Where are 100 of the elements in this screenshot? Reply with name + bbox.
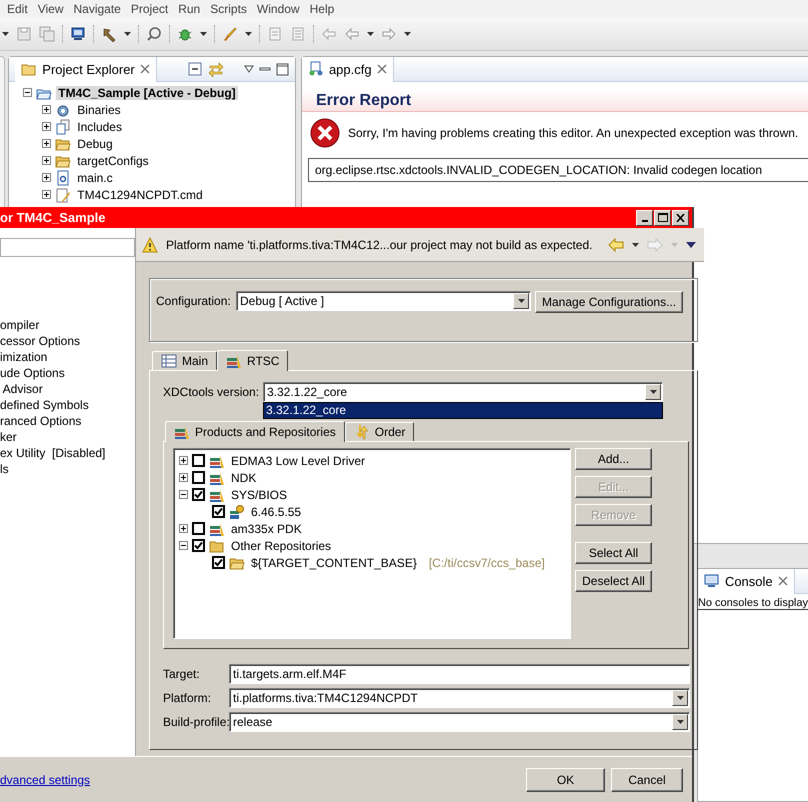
tree-item[interactable]: EDMA3 Low Level Driver — [229, 454, 368, 468]
nav-item[interactable]: cessor Options — [0, 333, 135, 349]
console-tab[interactable]: Console — [698, 568, 795, 594]
xdctools-select[interactable]: 3.32.1.22_core — [263, 382, 663, 402]
nav-item[interactable]: ls — [0, 461, 135, 477]
menu-item[interactable]: Project — [130, 2, 168, 16]
checkbox[interactable] — [192, 488, 205, 501]
panel-tab[interactable]: Project Explorer — [15, 56, 157, 82]
menu-item[interactable]: Run — [178, 2, 200, 16]
collapse-icon[interactable] — [179, 490, 188, 499]
tab[interactable]: RTSC — [217, 350, 288, 371]
input-field[interactable]: ti.targets.arm.elf.M4F — [229, 664, 690, 684]
nav-item[interactable]: ompiler — [0, 317, 135, 333]
field-label: Target: — [163, 666, 201, 683]
nav-item[interactable]: ranced Options — [0, 413, 135, 429]
tab[interactable]: Main — [152, 351, 218, 370]
select-field[interactable]: ti.platforms.tiva:TM4C1294NCPDT — [229, 688, 690, 708]
nav-item[interactable]: ker — [0, 429, 135, 445]
tree-item[interactable]: ${TARGET_CONTENT_BASE} — [249, 556, 419, 570]
tree-item[interactable]: targetConfigs — [75, 154, 151, 168]
minimize-button[interactable] — [636, 210, 653, 226]
expand-icon[interactable] — [42, 122, 52, 131]
tree-item[interactable]: 6.46.5.55 — [249, 504, 304, 518]
warning-message: Platform name 'ti.platforms.tiva:TM4C12...our project may not build as expected. — [166, 238, 592, 252]
checkbox[interactable] — [192, 522, 205, 535]
dialog-title: or TM4C_Sample — [0, 210, 106, 225]
nav-item[interactable]: imization — [0, 349, 135, 365]
brush-icon[interactable] — [222, 26, 238, 42]
tree-item[interactable]: Debug — [75, 136, 115, 150]
field-label: Platform: — [163, 690, 212, 707]
tree-item[interactable]: NDK — [229, 470, 258, 484]
manage-configurations-button[interactable]: Manage Configurations... — [535, 291, 684, 313]
close-icon[interactable] — [778, 576, 788, 586]
menu-item[interactable]: Navigate — [73, 2, 121, 16]
link-arrows-icon[interactable] — [208, 61, 224, 77]
menu-item[interactable]: Scripts — [210, 2, 247, 16]
side-button[interactable]: Deselect All — [575, 570, 652, 592]
close-icon[interactable] — [140, 64, 150, 74]
expand-icon[interactable] — [42, 105, 52, 114]
expand-icon[interactable] — [179, 456, 188, 465]
checkbox[interactable] — [192, 454, 205, 467]
tree-item[interactable]: am335x PDK — [229, 522, 304, 536]
back-arrow-icon[interactable] — [608, 236, 624, 252]
caret-icon — [245, 32, 252, 36]
checkbox[interactable] — [192, 471, 205, 484]
console-message: No consoles to display — [698, 597, 808, 610]
close-icon[interactable] — [376, 64, 387, 74]
expand-icon[interactable] — [42, 190, 52, 199]
tree-item[interactable]: Binaries — [75, 102, 123, 116]
caret-icon — [367, 32, 374, 36]
tree-item[interactable]: TM4C1294NCPDT.cmd — [75, 188, 205, 202]
tree-item[interactable]: SYS/BIOS — [229, 488, 290, 502]
collapse-icon[interactable] — [179, 541, 188, 550]
maximize-button[interactable] — [654, 210, 671, 226]
expand-icon[interactable] — [42, 139, 52, 148]
checkbox[interactable] — [212, 556, 225, 569]
magnifier-icon[interactable] — [146, 26, 162, 42]
caret-icon — [632, 242, 640, 246]
tree-item[interactable]: Includes — [75, 120, 124, 134]
view-menu-icon[interactable] — [244, 65, 254, 73]
menu-item[interactable]: Edit — [7, 2, 28, 16]
nav-item[interactable]: ude Options — [0, 365, 135, 381]
tab-label: app.cfg — [328, 62, 372, 76]
expand-icon[interactable] — [179, 473, 188, 482]
collapse-icon[interactable] — [23, 88, 32, 97]
checkbox[interactable] — [212, 505, 225, 518]
error-detail-field[interactable]: org.eclipse.rtsc.xdctools.INVALID_CODEGEN_LOCATION: Invalid codegen location — [308, 158, 808, 182]
configuration-select[interactable]: Debug [ Active ] — [236, 291, 531, 311]
settings-link[interactable]: dvanced settings — [0, 772, 90, 786]
side-button[interactable]: Add... — [575, 448, 652, 470]
nav-item[interactable]: defined Symbols — [0, 397, 135, 413]
select-field[interactable]: release — [229, 712, 690, 732]
expand-icon[interactable] — [42, 173, 52, 182]
tab[interactable]: Order — [344, 422, 414, 441]
checkbox[interactable] — [192, 539, 205, 552]
view-menu-icon[interactable] — [686, 242, 696, 248]
tree-item[interactable]: main.c — [75, 170, 115, 184]
nav-item[interactable]: ex Utility [Disabled] — [0, 445, 135, 461]
collapse-all-icon[interactable] — [186, 61, 203, 77]
side-button[interactable]: Select All — [575, 542, 652, 564]
caret-icon — [671, 242, 678, 246]
menu-item[interactable]: Window — [256, 2, 300, 16]
dropdown-option[interactable]: 3.32.1.22_core — [264, 403, 662, 418]
tab[interactable]: Products and Repositories — [165, 421, 345, 442]
expand-icon[interactable] — [179, 524, 188, 533]
nav-item[interactable]: Advisor — [0, 381, 135, 397]
tree-item[interactable]: TM4C_Sample [Active - Debug] — [56, 86, 238, 100]
editor-tab[interactable]: app.cfg — [302, 56, 394, 82]
ok-button[interactable]: OK — [526, 768, 605, 792]
minimize-icon — [642, 220, 648, 222]
expand-icon[interactable] — [42, 156, 52, 165]
filter-field[interactable] — [0, 238, 135, 257]
maximize-icon[interactable] — [276, 62, 289, 76]
menu-item[interactable]: View — [38, 2, 64, 16]
caret-icon — [404, 32, 411, 36]
close-button[interactable] — [672, 210, 689, 226]
tree-item[interactable]: Other Repositories — [229, 538, 334, 552]
monitor-icon[interactable] — [70, 26, 86, 42]
menu-item[interactable]: Help — [310, 2, 334, 16]
cancel-button[interactable]: Cancel — [611, 768, 683, 792]
